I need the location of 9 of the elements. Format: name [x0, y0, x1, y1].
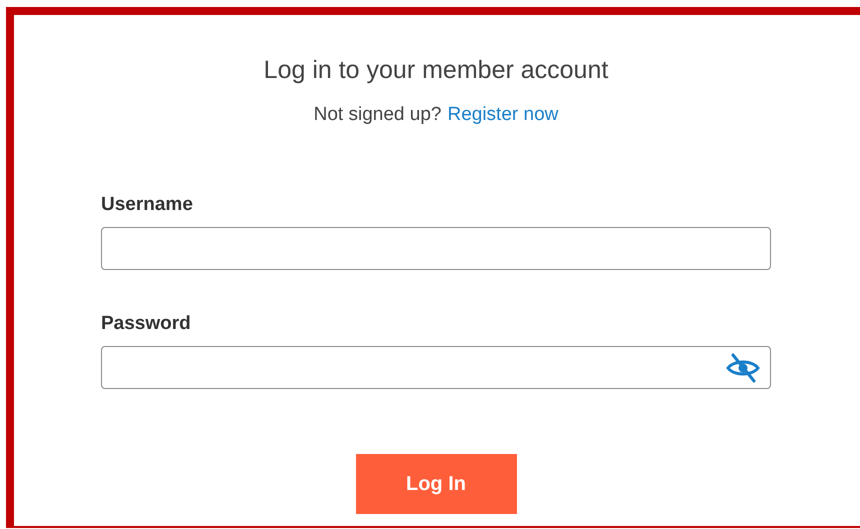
login-button[interactable]: Log In: [356, 454, 516, 514]
password-field[interactable]: [101, 346, 771, 389]
login-title: Log in to your member account: [264, 55, 608, 85]
username-field[interactable]: [101, 227, 771, 270]
field-label: Username: [101, 193, 193, 217]
hidden-eye-icon[interactable]: [726, 352, 760, 382]
field-label: Password: [101, 312, 191, 336]
signup-prompt: Not signed up?: [314, 103, 442, 127]
register-link[interactable]: Register now: [447, 103, 558, 127]
